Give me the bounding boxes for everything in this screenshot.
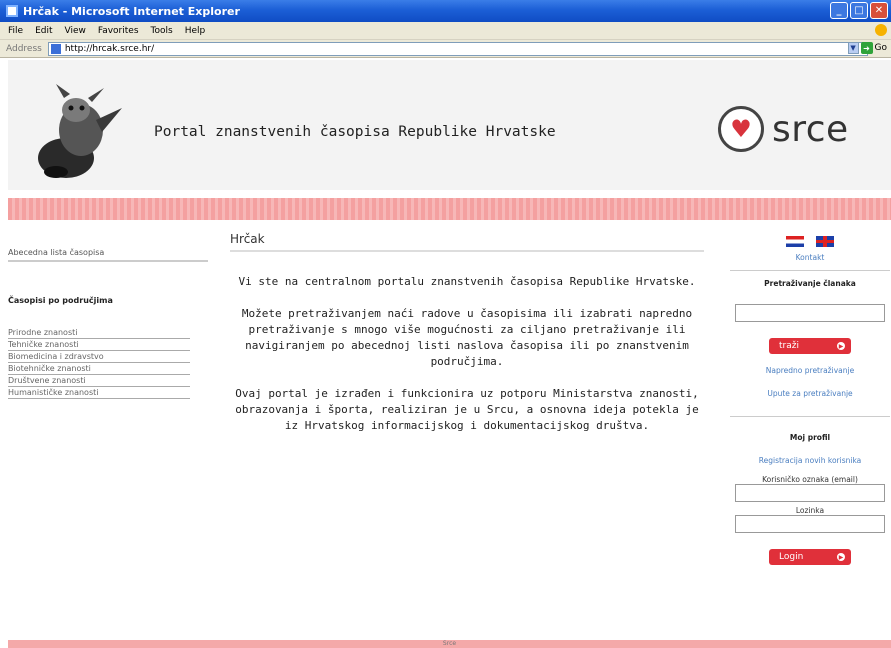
go-arrow-icon: ➜	[860, 42, 873, 54]
password-input[interactable]	[735, 515, 885, 533]
search-button-label: traži	[779, 341, 799, 351]
maximize-button[interactable]: □	[850, 2, 868, 19]
intro-paragraph-1: Vi ste na centralnom portalu znanstvenih…	[238, 275, 696, 288]
footer-text: Srce	[442, 640, 457, 647]
intro-text: Vi ste na centralnom portalu znanstvenih…	[230, 274, 704, 434]
page-title: Hrčak	[230, 232, 704, 252]
go-label: Go	[874, 43, 887, 53]
alphabet-list-link[interactable]: Abecedna lista časopisa	[8, 248, 208, 262]
arrow-right-icon: ▶	[837, 553, 845, 561]
ie-app-icon	[6, 5, 18, 17]
address-url: http://hrcak.srce.hr/	[64, 43, 155, 54]
hamster-logo-icon	[38, 84, 122, 178]
login-button-label: Login	[779, 552, 804, 562]
srce-logo[interactable]: ♥ srce	[718, 106, 849, 152]
web-page: Portal znanstvenih časopisa Republike Hr…	[8, 60, 891, 648]
search-input[interactable]	[735, 304, 885, 322]
intro-paragraph-3: Ovaj portal je izrađen i funkcionira uz …	[235, 387, 699, 432]
field-technical-sciences[interactable]: Tehničke znanosti	[8, 339, 190, 351]
field-biomedicine[interactable]: Biomedicina i zdravstvo	[8, 351, 190, 363]
my-profile-heading: Moj profil	[789, 433, 831, 442]
close-button[interactable]: ✕	[870, 2, 888, 19]
fields-heading: Časopisi po područjima	[8, 296, 113, 305]
heart-icon: ♥	[718, 106, 764, 152]
go-button[interactable]: ▼ ➜ Go	[847, 42, 887, 54]
contact-link[interactable]: Kontakt	[730, 253, 890, 262]
decorative-band	[8, 198, 891, 220]
uk-flag-icon[interactable]	[816, 236, 834, 247]
menu-edit[interactable]: Edit	[35, 26, 52, 36]
minimize-button[interactable]: _	[830, 2, 848, 19]
divider	[730, 270, 890, 271]
menu-bar: File Edit View Favorites Tools Help	[0, 22, 891, 40]
menu-tools[interactable]: Tools	[151, 26, 173, 36]
search-heading: Pretraživanje članaka	[764, 279, 856, 288]
ie-throbber-icon	[875, 24, 887, 36]
window-controls: _ □ ✕	[830, 2, 888, 19]
portal-title: Portal znanstvenih časopisa Republike Hr…	[154, 124, 556, 140]
menu-help[interactable]: Help	[185, 26, 206, 36]
right-sidebar: Kontakt Pretraživanje članaka traži ▶ Na…	[730, 220, 890, 565]
advanced-search-link[interactable]: Napredno pretraživanje	[730, 366, 890, 375]
search-button[interactable]: traži ▶	[769, 338, 851, 354]
divider	[730, 416, 890, 417]
menu-view[interactable]: View	[65, 26, 86, 36]
field-social-sciences[interactable]: Društvene znanosti	[8, 375, 190, 387]
login-button[interactable]: Login ▶	[769, 549, 851, 565]
search-help-link[interactable]: Upute za pretraživanje	[730, 389, 890, 398]
page-header: Portal znanstvenih časopisa Republike Hr…	[8, 60, 891, 190]
address-input[interactable]: http://hrcak.srce.hr/	[47, 41, 868, 56]
window-titlebar: Hrčak - Microsoft Internet Explorer _ □ …	[0, 0, 891, 22]
main-content: Hrčak Vi ste na centralnom portalu znans…	[230, 232, 704, 450]
field-biotechnical[interactable]: Biotehničke znanosti	[8, 363, 190, 375]
menu-favorites[interactable]: Favorites	[98, 26, 139, 36]
intro-paragraph-2: Možete pretraživanjem naći radove u časo…	[241, 307, 693, 368]
arrow-right-icon: ▶	[837, 342, 845, 350]
address-dropdown-icon[interactable]: ▼	[847, 42, 859, 54]
fields-list: Prirodne znanosti Tehničke znanosti Biom…	[8, 327, 190, 399]
menu-file[interactable]: File	[8, 26, 23, 36]
language-selector	[730, 236, 890, 247]
field-natural-sciences[interactable]: Prirodne znanosti	[8, 327, 190, 339]
croatian-flag-icon[interactable]	[786, 236, 804, 247]
username-label: Korisničko oznaka (email)	[762, 475, 858, 484]
page-icon	[50, 43, 61, 54]
username-input[interactable]	[735, 484, 885, 502]
register-link[interactable]: Registracija novih korisnika	[730, 456, 890, 465]
srce-logo-text: srce	[772, 108, 849, 150]
footer-band: Srce	[8, 640, 891, 648]
address-label: Address	[6, 43, 42, 54]
left-navigation: Abecedna lista časopisa Časopisi po podr…	[8, 248, 208, 399]
window-title: Hrčak - Microsoft Internet Explorer	[23, 4, 240, 18]
password-label: Lozinka	[795, 506, 825, 515]
field-humanities[interactable]: Humanističke znanosti	[8, 387, 190, 399]
address-bar: Address http://hrcak.srce.hr/ ▼ ➜ Go	[0, 40, 891, 58]
